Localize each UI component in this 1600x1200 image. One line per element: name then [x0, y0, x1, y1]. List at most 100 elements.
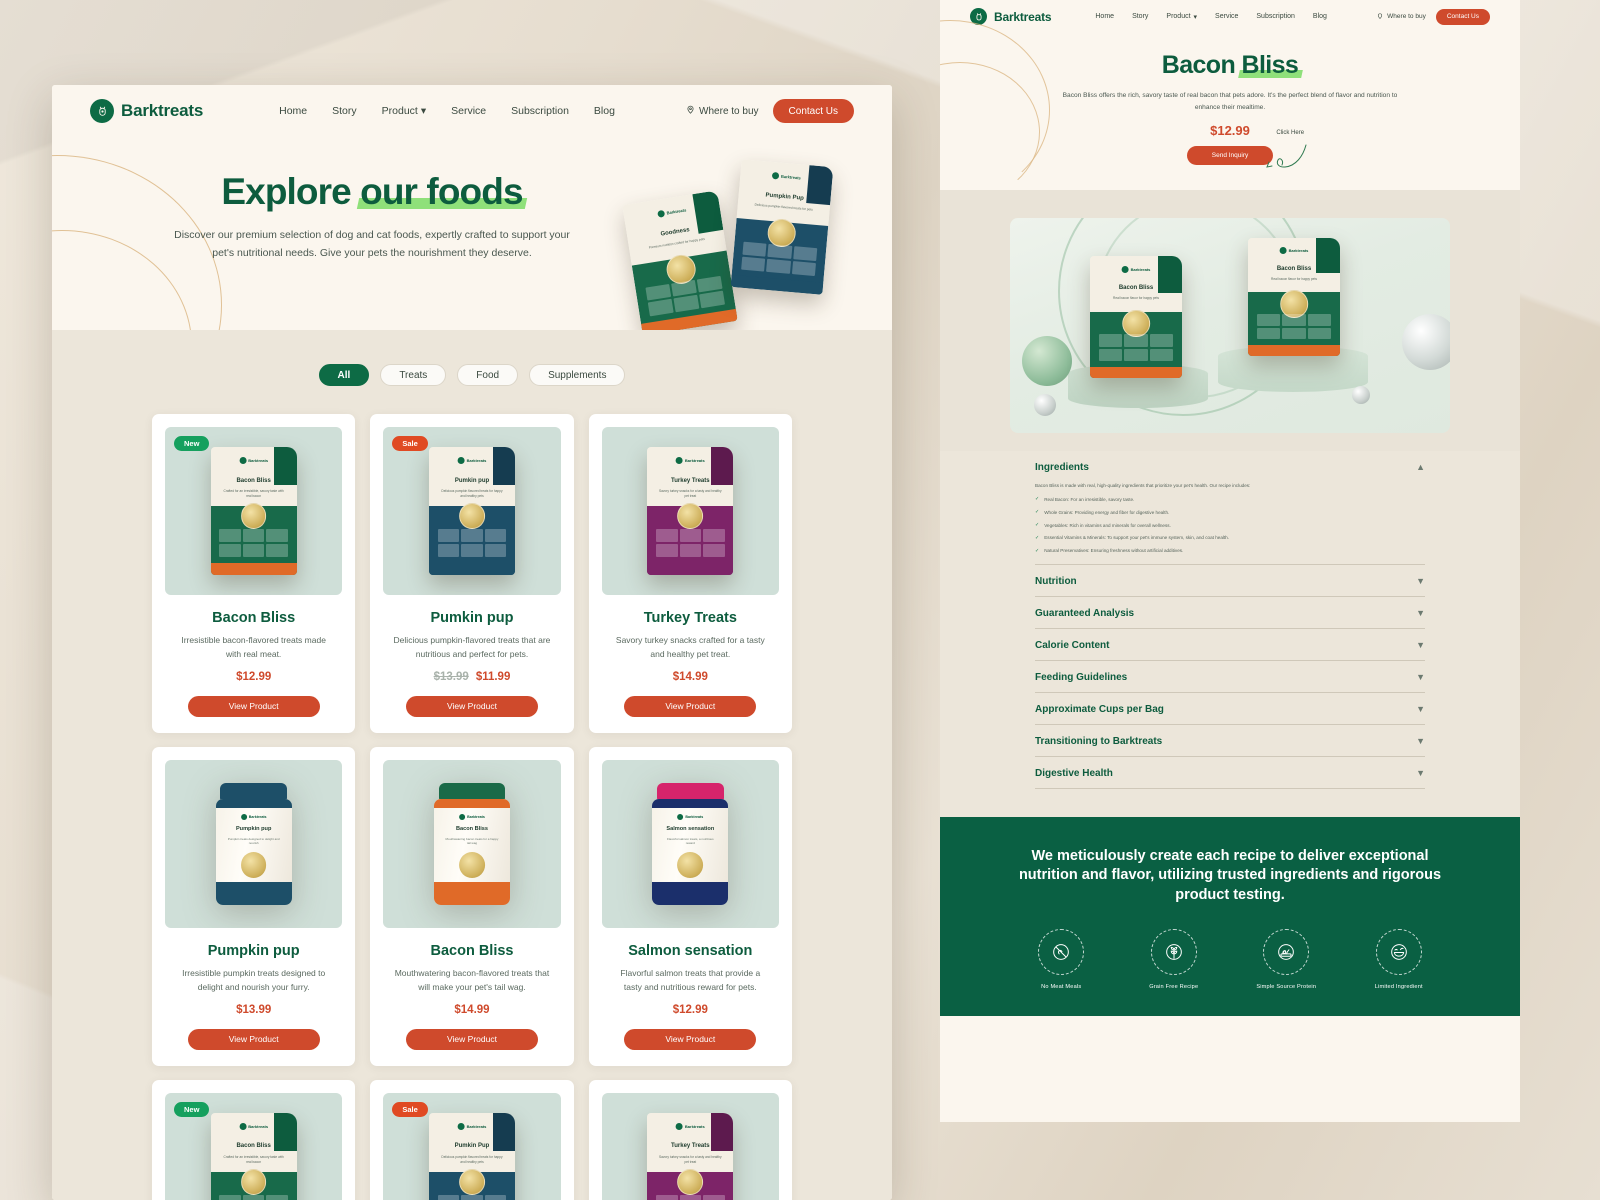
- jar-desc: Flavorful salmon treats, a nutritious re…: [666, 836, 714, 846]
- decorative-sphere-silver: [1352, 386, 1370, 404]
- chevron-down-icon[interactable]: ▼: [1416, 705, 1425, 714]
- bag-seal-icon: [459, 1169, 485, 1195]
- bag-logo: Barktreats: [457, 457, 487, 465]
- accordion-item[interactable]: Guaranteed Analysis ▼: [1035, 597, 1425, 630]
- detail-description: Bacon Bliss offers the rich, savory tast…: [1062, 92, 1398, 111]
- filter-chip-treats[interactable]: Treats: [380, 364, 447, 386]
- nav-link-subscription[interactable]: Subscription: [1256, 13, 1295, 20]
- accordion-item[interactable]: Calorie Content ▼: [1035, 629, 1425, 662]
- product-grid: New Barktreats Bacon Bliss Crafted for a…: [152, 414, 792, 1200]
- nav-link-blog[interactable]: Blog: [594, 105, 615, 117]
- product-image-area: Barktreats Turkey Treats Savory turkey s…: [601, 427, 779, 595]
- filter-chip-supplements[interactable]: Supplements: [529, 364, 626, 386]
- bag-desc: Savory turkey snacks for a tasty and hea…: [659, 1154, 722, 1164]
- product-card[interactable]: Sale Barktreats Pumkin Pup Delicious pum…: [370, 1079, 574, 1200]
- listing-hero: Barktreats Home Story Product ▾ Service …: [52, 85, 892, 330]
- chevron-up-icon[interactable]: ▲: [1416, 463, 1425, 472]
- product-name: Turkey Treats: [643, 610, 737, 626]
- chevron-down-icon[interactable]: ▼: [1416, 641, 1425, 650]
- nav-link-blog[interactable]: Blog: [1313, 13, 1327, 20]
- nav-link-service[interactable]: Service: [1215, 13, 1238, 20]
- bag-nutrition-strip: [655, 1194, 725, 1200]
- accordion-item[interactable]: Nutrition ▼: [1035, 565, 1425, 598]
- where-to-buy-link[interactable]: Where to buy: [686, 105, 759, 117]
- accordion-item[interactable]: Ingredients ▲ Bacon Bliss is made with r…: [1035, 451, 1425, 566]
- nav-link-home[interactable]: Home: [279, 105, 307, 117]
- jar-body: Barktreats Pumpkin pup Pumpkin treats de…: [215, 798, 292, 905]
- view-product-button[interactable]: View Product: [405, 1028, 538, 1050]
- product-card[interactable]: Barktreats Pumpkin pup Pumpkin treats de…: [152, 746, 356, 1066]
- accordion-header[interactable]: Feeding Guidelines ▼: [1035, 672, 1425, 683]
- product-card[interactable]: Barktreats Salmon sensation Flavorful sa…: [588, 746, 792, 1066]
- brand-logo[interactable]: Barktreats: [90, 99, 203, 123]
- accordion-header[interactable]: Nutrition ▼: [1035, 576, 1425, 587]
- nav-link-home[interactable]: Home: [1095, 13, 1114, 20]
- accordion-item[interactable]: Transitioning to Barktreats ▼: [1035, 725, 1425, 758]
- product-card[interactable]: Barktreats Bacon Bliss Mouthwatering bac…: [370, 746, 574, 1066]
- feature-badge: Grain Free Recipe: [1118, 928, 1231, 990]
- send-inquiry-button[interactable]: Send Inquiry: [1187, 146, 1273, 166]
- brand-logo[interactable]: Barktreats: [970, 8, 1052, 25]
- chevron-down-icon[interactable]: ▼: [1416, 737, 1425, 746]
- bag-desc: Real bacon flavor for happy pets: [1271, 276, 1317, 281]
- check-icon: ✓: [1035, 496, 1040, 503]
- accordion-item[interactable]: Feeding Guidelines ▼: [1035, 661, 1425, 694]
- location-pin-icon: [1377, 13, 1383, 21]
- bag-foot: [647, 563, 734, 575]
- bag-seal-icon: [677, 1169, 704, 1195]
- product-card[interactable]: New Barktreats Bacon Bliss Crafted for a…: [152, 414, 356, 733]
- jar-logo-text: Barktreats: [467, 814, 485, 819]
- accordion-header[interactable]: Approximate Cups per Bag ▼: [1035, 704, 1425, 715]
- accordion-title: Nutrition: [1035, 576, 1077, 588]
- product-card[interactable]: Barktreats Turkey Treats Savory turkey s…: [588, 414, 792, 733]
- promise-text: We meticulously create each recipe to de…: [1018, 848, 1442, 903]
- listing-navbar-wrap: Barktreats Home Story Product ▾ Service …: [52, 85, 892, 123]
- contact-us-button[interactable]: Contact Us: [1435, 8, 1490, 25]
- accordion-header[interactable]: Guaranteed Analysis ▼: [1035, 608, 1425, 619]
- accordion-item[interactable]: Digestive Health ▼: [1035, 757, 1425, 790]
- bag-logo: Barktreats: [1121, 265, 1150, 273]
- product-listing-page: Barktreats Home Story Product ▾ Service …: [52, 85, 892, 1200]
- accordion-item[interactable]: Approximate Cups per Bag ▼: [1035, 693, 1425, 726]
- detail-cta-row: Send Inquiry Click Here: [940, 130, 1520, 168]
- nav-link-product[interactable]: Product ▾: [382, 105, 426, 117]
- product-card[interactable]: New Barktreats Bacon Bliss Crafted for a…: [152, 1079, 356, 1200]
- accordion-header[interactable]: Ingredients ▲: [1035, 462, 1425, 473]
- accordion-header[interactable]: Transitioning to Barktreats ▼: [1035, 736, 1425, 747]
- chevron-down-icon[interactable]: ▼: [1416, 769, 1425, 778]
- nav-link-story[interactable]: Story: [1132, 13, 1148, 20]
- view-product-button[interactable]: View Product: [187, 1028, 320, 1050]
- jar-seal-icon: [240, 851, 267, 878]
- accordion-title: Guaranteed Analysis: [1035, 608, 1135, 620]
- chevron-down-icon: ▾: [420, 105, 427, 117]
- product-price: $14.99: [454, 1003, 490, 1016]
- view-product-button[interactable]: View Product: [624, 695, 757, 717]
- product-price-row: $13.99: [236, 1004, 271, 1016]
- filter-chip-food[interactable]: Food: [457, 364, 519, 386]
- chevron-down-icon[interactable]: ▼: [1416, 577, 1425, 586]
- filter-chip-all[interactable]: All: [318, 364, 370, 386]
- nav-link-subscription[interactable]: Subscription: [511, 105, 569, 117]
- bag-title: Bacon Bliss: [1118, 285, 1154, 292]
- accordion-header[interactable]: Calorie Content ▼: [1035, 640, 1425, 651]
- view-product-button[interactable]: View Product: [624, 1028, 757, 1050]
- product-price: $12.99: [236, 670, 272, 683]
- bag-logo-text: Barktreats: [466, 458, 487, 464]
- view-product-button[interactable]: View Product: [405, 695, 538, 717]
- product-image-area: Barktreats Bacon Bliss Mouthwatering bac…: [383, 759, 561, 928]
- view-product-button[interactable]: View Product: [187, 695, 320, 717]
- product-price: $12.99: [672, 1003, 708, 1016]
- product-card[interactable]: Sale Barktreats Pumkin pup Delicious pum…: [370, 414, 574, 733]
- chevron-down-icon[interactable]: ▼: [1416, 673, 1425, 682]
- product-info-accordion: Ingredients ▲ Bacon Bliss is made with r…: [1035, 451, 1425, 790]
- nav-link-service[interactable]: Service: [451, 105, 486, 117]
- product-card[interactable]: Barktreats Turkey Treats Savory turkey s…: [588, 1079, 792, 1200]
- chevron-down-icon[interactable]: ▼: [1416, 609, 1425, 618]
- product-name: Bacon Bliss: [212, 610, 296, 626]
- accordion-header[interactable]: Digestive Health ▼: [1035, 768, 1425, 779]
- where-to-buy-link[interactable]: Where to buy: [1377, 13, 1426, 21]
- nav-link-product[interactable]: Product ▾: [1166, 13, 1197, 21]
- contact-us-button[interactable]: Contact Us: [772, 99, 854, 123]
- check-icon: ✓: [1035, 509, 1040, 516]
- nav-link-story[interactable]: Story: [332, 105, 357, 117]
